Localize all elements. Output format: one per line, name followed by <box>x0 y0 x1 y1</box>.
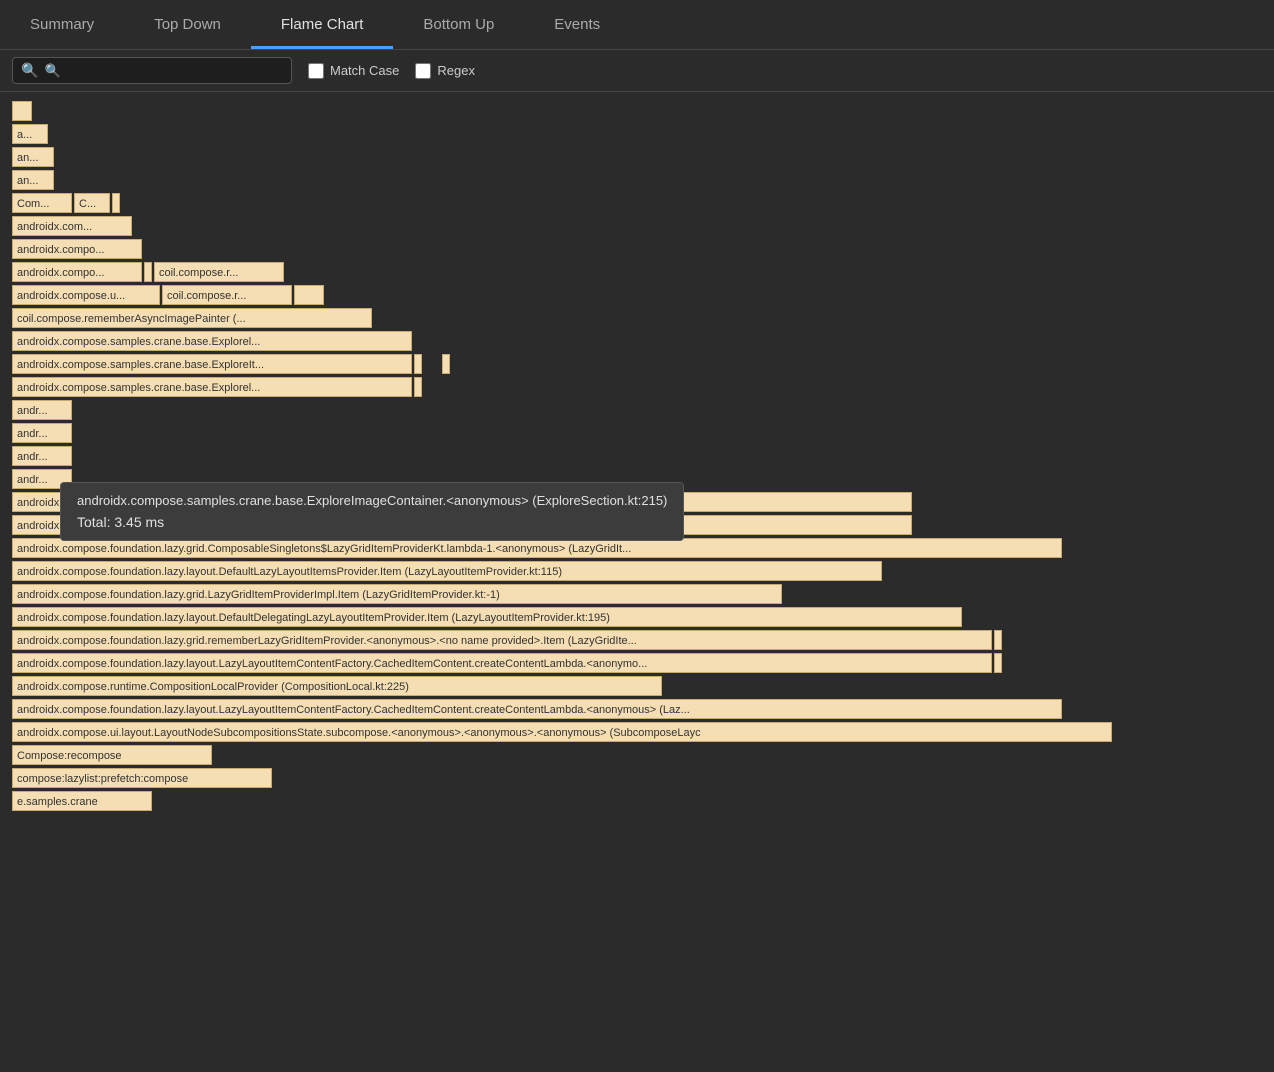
flame-block[interactable] <box>994 653 1002 673</box>
flame-block[interactable]: androidx.compose.samples.crane.base.Expl… <box>12 377 412 397</box>
search-bar: 🔍 Match Case Regex <box>0 50 1274 92</box>
flame-row-24: androidx.compose.foundation.lazy.layout.… <box>0 652 1274 674</box>
flame-block[interactable] <box>414 354 422 374</box>
flame-block[interactable]: e.samples.crane <box>12 791 152 811</box>
flame-row-8: androidx.compose.u... coil.compose.r... <box>0 284 1274 306</box>
flame-block[interactable]: Com... <box>12 193 72 213</box>
flame-row-28: Compose:recompose <box>0 744 1274 766</box>
tab-events[interactable]: Events <box>524 0 630 49</box>
flame-block[interactable]: andr... <box>12 446 72 466</box>
flame-block[interactable]: C... <box>74 193 110 213</box>
flame-block[interactable] <box>12 101 32 121</box>
flame-row-5: androidx.com... <box>0 215 1274 237</box>
flame-block[interactable]: androidx.compo... <box>12 239 142 259</box>
flame-block[interactable]: androidx.compose.foundation.lazy.layout.… <box>12 561 882 581</box>
tab-summary[interactable]: Summary <box>0 0 124 49</box>
flame-row-7: androidx.compo... coil.compose.r... <box>0 261 1274 283</box>
flame-chart-area: a... an... an... Com... C... androidx.co… <box>0 92 1274 821</box>
search-icon: 🔍 <box>21 62 38 79</box>
flame-block[interactable]: androidx.compose.samples.crane.base.Expl… <box>12 331 412 351</box>
flame-row-6: androidx.compo... <box>0 238 1274 260</box>
tooltip-title: androidx.compose.samples.crane.base.Expl… <box>77 493 667 508</box>
flame-row-13: andr... <box>0 399 1274 421</box>
flame-row-15: andr... <box>0 445 1274 467</box>
flame-row-2: an... <box>0 146 1274 168</box>
flame-block[interactable] <box>994 630 1002 650</box>
flame-row-30: e.samples.crane <box>0 790 1274 812</box>
flame-block[interactable]: androidx.compose.foundation.lazy.layout.… <box>12 699 1062 719</box>
match-case-label[interactable]: Match Case <box>308 63 399 79</box>
flame-row-10: androidx.compose.samples.crane.base.Expl… <box>0 330 1274 352</box>
flame-block[interactable]: andr... <box>12 423 72 443</box>
flame-block[interactable]: androidx.com... <box>12 216 132 236</box>
tab-flame-chart-label: Flame Chart <box>281 16 364 33</box>
flame-block[interactable]: androidx.compose.foundation.lazy.layout.… <box>12 653 992 673</box>
flame-block[interactable]: an... <box>12 147 54 167</box>
tab-flame-chart[interactable]: Flame Chart <box>251 0 394 49</box>
tab-summary-label: Summary <box>30 16 94 33</box>
flame-block[interactable]: androidx.compose.runtime.CompositionLoca… <box>12 676 662 696</box>
flame-block[interactable]: andr... <box>12 400 72 420</box>
flame-block[interactable]: androidx.compose.foundation.lazy.grid.re… <box>12 630 992 650</box>
flame-block[interactable]: androidx.compose.foundation.lazy.layout.… <box>12 607 962 627</box>
tab-bottom-up[interactable]: Bottom Up <box>393 0 524 49</box>
flame-row-3: an... <box>0 169 1274 191</box>
tab-bar: Summary Top Down Flame Chart Bottom Up E… <box>0 0 1274 50</box>
flame-row-4: Com... C... <box>0 192 1274 214</box>
regex-label[interactable]: Regex <box>415 63 475 79</box>
flame-block[interactable]: coil.compose.rememberAsyncImagePainter (… <box>12 308 372 328</box>
flame-row-12: androidx.compose.samples.crane.base.Expl… <box>0 376 1274 398</box>
flame-row-23: androidx.compose.foundation.lazy.grid.re… <box>0 629 1274 651</box>
flame-row-20: androidx.compose.foundation.lazy.layout.… <box>0 560 1274 582</box>
regex-text: Regex <box>437 63 475 78</box>
flame-block[interactable]: Compose:recompose <box>12 745 212 765</box>
flame-block[interactable]: androidx.compo... <box>12 262 142 282</box>
tab-top-down[interactable]: Top Down <box>124 0 251 49</box>
tab-top-down-label: Top Down <box>154 16 221 33</box>
match-case-text: Match Case <box>330 63 399 78</box>
flame-row-26: androidx.compose.foundation.lazy.layout.… <box>0 698 1274 720</box>
flame-block[interactable]: coil.compose.r... <box>162 285 292 305</box>
flame-row-27: androidx.compose.ui.layout.LayoutNodeSub… <box>0 721 1274 743</box>
flame-block[interactable]: compose:lazylist:prefetch:compose <box>12 768 272 788</box>
match-case-checkbox[interactable] <box>308 63 324 79</box>
flame-block[interactable] <box>112 193 120 213</box>
flame-block[interactable]: a... <box>12 124 48 144</box>
flame-row-14: andr... <box>0 422 1274 444</box>
flame-row-22: androidx.compose.foundation.lazy.layout.… <box>0 606 1274 628</box>
flame-block[interactable] <box>414 377 422 397</box>
flame-row-29: compose:lazylist:prefetch:compose <box>0 767 1274 789</box>
flame-block[interactable]: androidx.compose.foundation.lazy.grid.Co… <box>12 538 1062 558</box>
search-wrapper: 🔍 <box>12 57 292 84</box>
flame-tooltip: androidx.compose.samples.crane.base.Expl… <box>60 482 684 541</box>
flame-row-25: androidx.compose.runtime.CompositionLoca… <box>0 675 1274 697</box>
search-input[interactable] <box>44 63 283 78</box>
tab-bottom-up-label: Bottom Up <box>423 16 494 33</box>
flame-row-9: coil.compose.rememberAsyncImagePainter (… <box>0 307 1274 329</box>
flame-row-21: androidx.compose.foundation.lazy.grid.La… <box>0 583 1274 605</box>
flame-row-0 <box>0 100 1274 122</box>
flame-block[interactable]: an... <box>12 170 54 190</box>
flame-block[interactable]: androidx.compose.foundation.lazy.grid.La… <box>12 584 782 604</box>
flame-block[interactable]: androidx.compose.samples.crane.base.Expl… <box>12 354 412 374</box>
flame-block[interactable]: coil.compose.r... <box>154 262 284 282</box>
regex-checkbox[interactable] <box>415 63 431 79</box>
flame-block[interactable]: androidx.compose.u... <box>12 285 160 305</box>
flame-block[interactable] <box>442 354 450 374</box>
flame-row-11: androidx.compose.samples.crane.base.Expl… <box>0 353 1274 375</box>
flame-block[interactable] <box>294 285 324 305</box>
flame-row-1: a... <box>0 123 1274 145</box>
flame-block[interactable]: androidx.compose.ui.layout.LayoutNodeSub… <box>12 722 1112 742</box>
tab-events-label: Events <box>554 16 600 33</box>
flame-block[interactable] <box>144 262 152 282</box>
tooltip-total: Total: 3.45 ms <box>77 514 667 530</box>
